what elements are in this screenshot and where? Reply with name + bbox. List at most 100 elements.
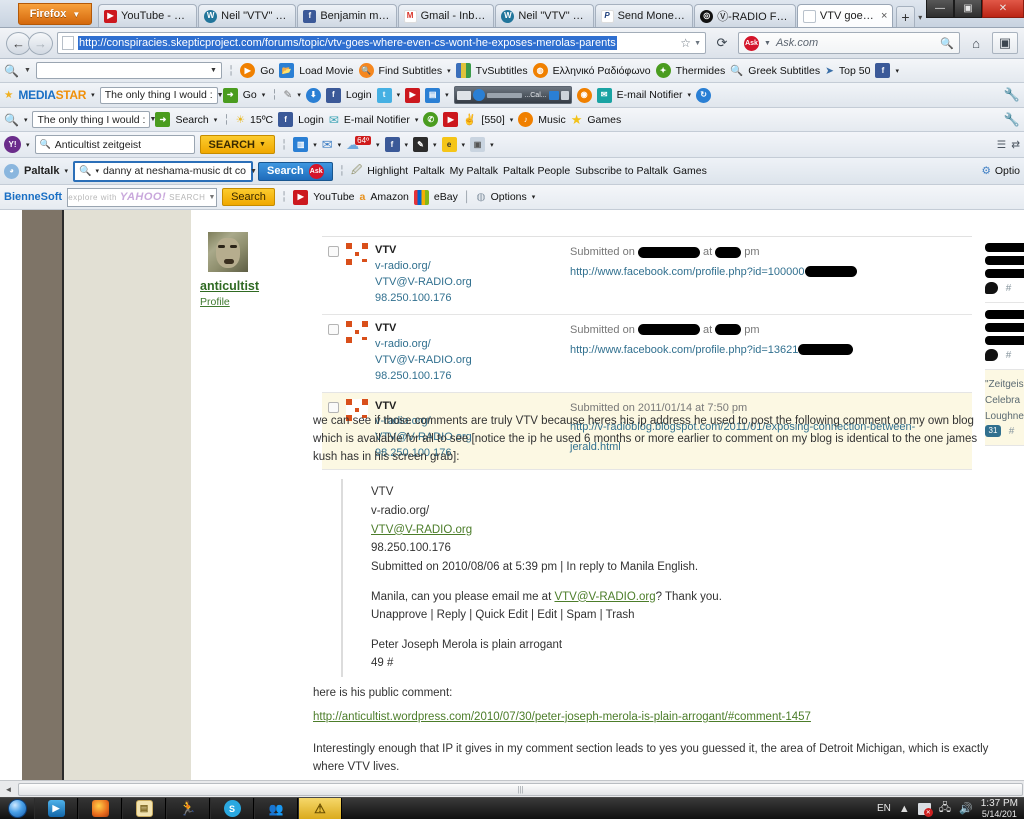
facebook-login-link[interactable]: Login <box>346 89 372 101</box>
search-icon[interactable]: 🔍 <box>940 37 954 50</box>
start-button[interactable] <box>0 798 34 819</box>
chevron-down-icon[interactable]: ▼ <box>24 67 31 74</box>
horizontal-scrollbar[interactable]: ◄ ||| <box>0 780 1024 797</box>
options-link[interactable]: Options <box>491 191 527 203</box>
paltalk-search-input[interactable]: 🔍 ▾ danny at neshama-music dt co ▼ <box>72 160 257 182</box>
bookmark-star-icon[interactable]: ☆ <box>680 36 691 50</box>
settings-icon[interactable]: ⚙ <box>981 165 990 177</box>
mediastar-go-link[interactable]: Go <box>243 89 257 101</box>
maximize-button[interactable]: ▣ <box>954 0 982 18</box>
paltalk-search-button[interactable]: Search Ask <box>257 161 333 181</box>
paperplane-icon[interactable]: ➤ <box>825 65 834 77</box>
chevron-down-icon[interactable]: ▾ <box>415 116 419 124</box>
download-icon[interactable]: ⬇ <box>305 87 321 103</box>
tab-youtube[interactable]: ▶ YouTube - Plann... <box>98 4 198 27</box>
games-link[interactable]: Games <box>673 165 707 177</box>
balloon-icon[interactable]: ✦ <box>655 63 671 78</box>
yahoo-search-input[interactable]: 🔍 Anticultist zeitgeist <box>34 135 195 154</box>
chevron-down-icon[interactable]: ▾ <box>26 141 30 149</box>
show-hidden-icons-arrow[interactable]: ▲ <box>899 803 910 815</box>
folder-icon[interactable]: 📂 <box>279 63 295 78</box>
facebook-login-link[interactable]: Login <box>298 114 324 126</box>
amazon-link[interactable]: Amazon <box>370 191 409 203</box>
facebook-icon[interactable]: f <box>325 87 341 103</box>
url-bar[interactable]: http://conspiracies.skepticproject.com/f… <box>57 32 706 54</box>
chevron-down-icon[interactable]: ▼ <box>764 40 771 47</box>
comment-author-email[interactable]: VTV@V-RADIO.org <box>375 275 570 291</box>
player-progress-bar[interactable] <box>486 92 523 98</box>
taskbar-item-warning[interactable]: ⚠ <box>298 797 342 819</box>
youtube-link[interactable]: YouTube <box>313 191 354 203</box>
screenshot-icon[interactable]: ▤ <box>425 87 441 103</box>
comment-author-ip[interactable]: 98.250.100.176 <box>375 291 570 307</box>
stop-icon[interactable] <box>456 90 471 100</box>
taskbar-item-media-player[interactable]: ▶ <box>34 797 78 819</box>
ebay-icon[interactable]: e <box>441 137 457 152</box>
clock[interactable]: 1:37 PM 5/14/201 <box>981 798 1018 819</box>
toggle-icon[interactable]: ⇄ <box>1011 139 1020 151</box>
forward-button[interactable]: → <box>28 31 53 55</box>
greek-subtitles-link[interactable]: Greek Subtitles <box>748 65 820 77</box>
envelope-icon[interactable]: ✉ <box>329 113 339 127</box>
facebook-icon[interactable]: f <box>278 112 294 127</box>
scroll-left-arrow-icon[interactable]: ◄ <box>0 782 17 797</box>
comment-action-links[interactable]: Unapprove | Reply | Quick Edit | Edit | … <box>371 606 635 625</box>
list-icon[interactable]: ☰ <box>997 139 1006 151</box>
taskbar-item-messenger[interactable]: 👥 <box>254 797 298 819</box>
volume-icon[interactable]: 🔊 <box>959 802 973 815</box>
settings-icon[interactable]: ◍ <box>476 191 485 203</box>
refresh-icon[interactable]: ↻ <box>696 87 712 103</box>
tab-gmail[interactable]: M Gmail - Inbox (5... <box>397 4 495 27</box>
list-item[interactable]: # <box>985 236 1024 303</box>
load-movie-link[interactable]: Load Movie <box>299 65 353 77</box>
chevron-down-icon[interactable]: ▾ <box>397 91 401 99</box>
chevron-down-icon[interactable]: ▾ <box>95 167 99 175</box>
chevron-down-icon[interactable]: ▾ <box>490 141 494 149</box>
youtube-icon[interactable]: ▶ <box>293 189 309 205</box>
quote-email-link[interactable]: VTV@V-RADIO.org <box>371 524 472 536</box>
biennesoft-search-input[interactable]: explore with YAHOO! SEARCH ▼ <box>67 187 218 207</box>
tab-list-dropdown-icon[interactable]: ▾ <box>915 13 926 22</box>
temperature-label[interactable]: 15ºC <box>250 114 273 126</box>
chevron-down-icon[interactable]: ▼ <box>250 168 257 175</box>
radio-icon[interactable]: ◍ <box>532 63 548 78</box>
email-notifier-link[interactable]: E-mail Notifier <box>617 89 683 101</box>
comment-author-ip[interactable]: 98.250.100.176 <box>375 369 570 385</box>
table-row[interactable]: VTV v-radio.org/ VTV@V-RADIO.org 98.250.… <box>322 314 972 393</box>
chevron-down-icon[interactable]: ▾ <box>297 91 301 99</box>
play-icon[interactable]: ▶ <box>240 63 256 78</box>
comment-url-link[interactable]: http://www.facebook.com/profile.php?id=1… <box>570 344 798 356</box>
pencil-icon[interactable]: ✎ <box>284 89 293 101</box>
facebook-icon[interactable]: f <box>384 137 400 152</box>
volume-icon[interactable] <box>548 90 559 100</box>
ebay-icon[interactable] <box>413 189 429 205</box>
thermides-link[interactable]: Thermides <box>676 65 726 77</box>
chevron-down-icon[interactable]: ▾ <box>24 116 28 124</box>
yahoo-icon[interactable]: Y! <box>4 136 21 153</box>
go-arrow-icon[interactable]: ➜ <box>155 112 171 127</box>
highlighter-icon[interactable]: 🖉 <box>351 162 362 180</box>
row-checkbox[interactable] <box>328 323 339 335</box>
inline-media-player[interactable]: ...Cal... <box>453 86 572 104</box>
home-button[interactable]: ⌂ <box>964 32 988 54</box>
highlight-link[interactable]: Highlight <box>367 165 408 177</box>
taskbar-item-firefox[interactable] <box>78 797 122 819</box>
ebay-link[interactable]: eBay <box>434 191 458 203</box>
hash-link[interactable]: # <box>1006 350 1012 361</box>
chevron-down-icon[interactable]: ▾ <box>895 67 899 75</box>
tab-vradio-forum[interactable]: ◎ Ⓥ-RADIO Forum... <box>694 4 796 27</box>
list-item[interactable]: # <box>985 303 1024 370</box>
paltalk-icon[interactable]: ◕ <box>4 163 19 179</box>
chevron-down-icon[interactable]: ▾ <box>433 141 437 149</box>
star-icon[interactable]: ★ <box>571 112 583 128</box>
quote-inline-email-link[interactable]: VTV@V-RADIO.org <box>554 591 655 603</box>
paltalk-people-link[interactable]: Paltalk People <box>503 165 570 177</box>
music-link[interactable]: Music <box>538 114 565 126</box>
scrollbar-thumb[interactable]: ||| <box>18 782 1023 796</box>
chevron-down-icon[interactable]: ▼ <box>208 194 215 201</box>
comment-url-link[interactable]: http://www.facebook.com/profile.php?id=1… <box>570 266 805 278</box>
search-icon[interactable]: 🔍 <box>730 64 743 77</box>
network-icon[interactable]: 🖧 <box>939 799 951 818</box>
envelope-icon[interactable]: ✉ <box>322 137 333 153</box>
wrench-icon[interactable]: 🔧 <box>1004 87 1020 103</box>
